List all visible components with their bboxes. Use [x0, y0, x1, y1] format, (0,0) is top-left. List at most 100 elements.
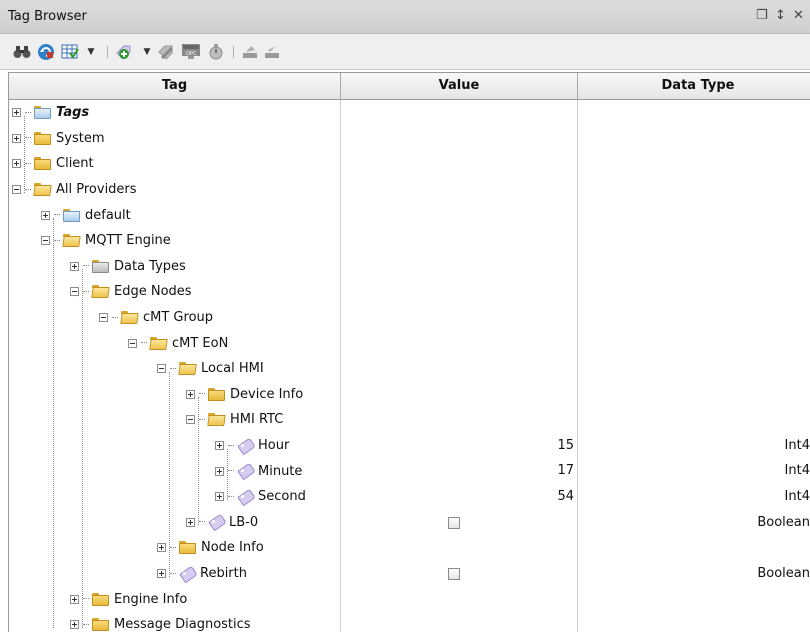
tree-node-label: cMT EoN [172, 335, 229, 351]
chevron-down-icon[interactable]: ▼ [142, 42, 152, 62]
tree-row[interactable]: Minute 17 Int4 [8, 458, 810, 484]
opc-browser-icon[interactable]: OPC [180, 42, 202, 62]
folder-gray-icon [92, 259, 109, 273]
tree-node-label: Hour [258, 438, 290, 454]
tree-row[interactable]: Local HMI [8, 356, 810, 382]
tree-node-label: MQTT Engine [85, 233, 171, 249]
folder-open-icon [150, 336, 167, 350]
tree-node-label: Rebirth [200, 566, 247, 582]
folder-open-icon [34, 183, 51, 196]
collapse-toggle[interactable] [41, 236, 50, 246]
tree-row[interactable]: Client [8, 151, 810, 177]
folder-open-icon [92, 285, 109, 298]
tree-row[interactable]: cMT Group [8, 305, 810, 331]
tree-node-label: System [56, 130, 105, 146]
column-header: Tag Value Data Type [8, 72, 810, 100]
tree-node-label: Tags [56, 105, 90, 121]
collapse-toggle[interactable] [70, 287, 79, 297]
import-icon[interactable] [240, 42, 260, 62]
folder-icon [34, 157, 51, 171]
tree-row[interactable]: MQTT Engine [8, 228, 810, 254]
data-type-cell: Int4 [784, 437, 810, 453]
tree-node-label: Edge Nodes [114, 284, 192, 300]
folder-icon [34, 131, 51, 145]
tree-row[interactable]: Rebirth Boolean [8, 561, 810, 587]
data-type-cell: Int4 [784, 463, 810, 479]
close-icon[interactable]: ✕ [793, 8, 804, 23]
tree-row[interactable]: System [8, 126, 810, 152]
tag-icon [237, 440, 253, 452]
data-type-column-header[interactable]: Data Type [578, 73, 810, 99]
chevron-down-icon[interactable]: ▼ [86, 42, 96, 62]
restore-window-icon[interactable]: ❐ [756, 8, 768, 23]
expand-toggle[interactable] [12, 159, 21, 169]
value-cell[interactable]: 54 [548, 484, 574, 510]
tree-row[interactable]: Message Diagnostics [8, 612, 810, 638]
expand-toggle[interactable] [215, 466, 224, 476]
tree-node-label: Data Types [114, 258, 186, 274]
tag-column-header[interactable]: Tag [9, 73, 341, 99]
export-icon[interactable] [262, 42, 282, 62]
tree-row[interactable]: HMI RTC [8, 407, 810, 433]
folder-icon [179, 541, 196, 555]
tag-icon [179, 568, 195, 580]
tree-row[interactable]: Device Info [8, 382, 810, 408]
value-cell[interactable]: 17 [548, 458, 574, 484]
expand-toggle[interactable] [12, 108, 21, 118]
tree-row[interactable]: Node Info [8, 535, 810, 561]
pin-icon[interactable]: ↕ [775, 8, 786, 23]
folder-open-icon [208, 413, 225, 426]
expand-toggle[interactable] [157, 543, 166, 553]
expand-toggle[interactable] [70, 620, 79, 630]
expand-toggle[interactable] [157, 569, 166, 579]
expand-toggle[interactable] [70, 261, 79, 271]
data-type-cell: Int4 [784, 489, 810, 504]
value-cell[interactable]: 15 [548, 433, 574, 459]
value-checkbox[interactable] [448, 567, 460, 580]
expand-toggle[interactable] [12, 133, 21, 143]
tree-node-label: LB-0 [229, 514, 259, 530]
tree-node-label: Device Info [230, 386, 304, 402]
collapse-toggle[interactable] [99, 313, 108, 323]
tree-node-label: Engine Info [114, 591, 188, 607]
tree-row[interactable]: LB-0 Boolean [8, 510, 810, 536]
tree-row[interactable]: default [8, 202, 810, 228]
tree-row[interactable]: Engine Info [8, 586, 810, 612]
table-icon[interactable] [60, 42, 80, 62]
folder-open-icon [63, 234, 80, 247]
tree-row[interactable]: Second 54 Int4 [8, 484, 810, 510]
tree-node-label: HMI RTC [230, 412, 284, 428]
tree-node-label: Node Info [201, 540, 264, 556]
tree-node-label: Message Diagnostics [114, 617, 251, 633]
tree-row[interactable]: All Providers [8, 177, 810, 203]
binoculars-icon[interactable] [12, 42, 32, 62]
toolbar: ▼ ▼ OPC [0, 34, 810, 70]
value-checkbox[interactable] [448, 516, 460, 529]
folder-icon [92, 592, 109, 606]
tree-row[interactable]: Tags [8, 100, 810, 126]
refresh-icon[interactable] [36, 42, 56, 62]
expand-toggle[interactable] [186, 389, 195, 399]
collapse-toggle[interactable] [128, 338, 137, 348]
collapse-toggle[interactable] [157, 364, 166, 374]
expand-toggle[interactable] [186, 517, 195, 527]
tree-row[interactable]: Data Types [8, 254, 810, 280]
edit-tag-icon[interactable] [156, 42, 176, 62]
folder-icon [208, 387, 225, 401]
expand-toggle[interactable] [215, 492, 224, 502]
folder-blue-icon [63, 208, 80, 222]
data-type-cell: Boolean [757, 514, 810, 530]
expand-toggle[interactable] [70, 594, 79, 604]
tree-row[interactable]: Hour 15 Int4 [8, 433, 810, 459]
expand-toggle[interactable] [41, 210, 50, 220]
value-column-header[interactable]: Value [341, 73, 578, 99]
tag-icon [237, 465, 253, 477]
expand-toggle[interactable] [215, 441, 224, 451]
add-tag-icon[interactable] [114, 42, 134, 62]
tree-row[interactable]: Edge Nodes [8, 279, 810, 305]
tag-history-icon[interactable] [206, 42, 226, 62]
data-type-cell: Boolean [757, 565, 810, 581]
collapse-toggle[interactable] [186, 415, 195, 425]
tree-row[interactable]: cMT EoN [8, 330, 810, 356]
collapse-toggle[interactable] [12, 185, 21, 195]
